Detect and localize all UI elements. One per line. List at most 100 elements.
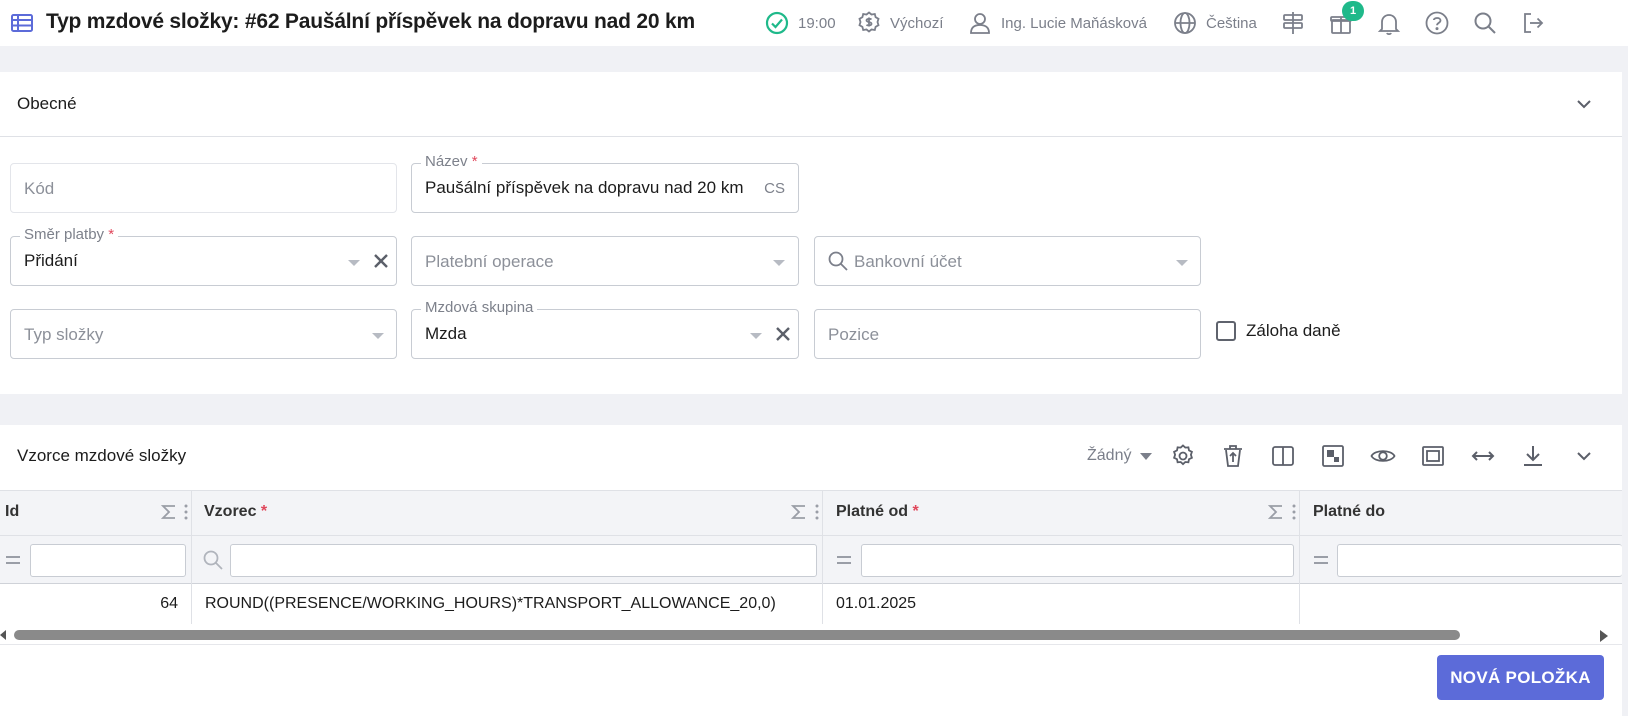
user-menu[interactable]: Ing. Lucie Maňásková — [967, 9, 1147, 37]
currency-profile-label: Výchozí — [890, 14, 944, 32]
signpost-icon — [1283, 12, 1303, 34]
column-header-valid-from[interactable]: Platné od * — [836, 503, 919, 521]
dropdown-caret-icon[interactable] — [372, 333, 384, 339]
new-item-button[interactable]: NOVÁ POLOŽKA — [1437, 655, 1604, 700]
component-type-select[interactable]: Typ složky — [10, 309, 397, 359]
user-name: Ing. Lucie Maňásková — [1001, 14, 1147, 32]
payment-direction-value: Přidání — [24, 251, 78, 270]
equals-filter-icon[interactable] — [5, 555, 21, 565]
dropdown-caret-icon[interactable] — [750, 333, 762, 339]
delete-upload-icon[interactable] — [1220, 443, 1246, 469]
check-circle-icon — [765, 11, 789, 35]
table-list-icon[interactable] — [10, 11, 34, 35]
tax-advance-option[interactable]: Záloha daně — [1216, 321, 1341, 341]
wage-group-select[interactable]: Mzdová skupina Mzda — [411, 299, 799, 359]
clear-icon[interactable] — [774, 325, 792, 343]
language-label: Čeština — [1206, 14, 1257, 32]
language-menu[interactable]: Čeština — [1172, 9, 1257, 37]
help-icon — [1425, 11, 1449, 35]
sigma-icon[interactable] — [1268, 503, 1284, 521]
column-menu-icon[interactable] — [815, 503, 819, 521]
cell-id: 64 — [160, 595, 178, 612]
payment-direction-select[interactable]: Směr platby * Přidání — [10, 226, 397, 286]
column-header-id[interactable]: Id — [5, 503, 19, 521]
notifications-button[interactable] — [1376, 9, 1402, 37]
payment-direction-label: Směr platby * — [20, 226, 119, 243]
grouping-select[interactable]: Žádný — [1087, 447, 1153, 465]
section-divider — [0, 136, 1622, 137]
fullscreen-icon[interactable] — [1420, 443, 1446, 469]
time-indicator[interactable]: 19:00 — [764, 9, 836, 37]
table-row[interactable]: 64 ROUND((PRESENCE/WORKING_HOURS)*TRANSP… — [0, 584, 1622, 624]
user-icon — [970, 13, 990, 34]
scrollbar-thumb[interactable] — [14, 630, 1460, 640]
column-menu-icon[interactable] — [184, 503, 188, 521]
scroll-right-arrow-icon[interactable] — [1600, 630, 1608, 642]
cell-formula: ROUND((PRESENCE/WORKING_HOURS)*TRANSPORT… — [205, 595, 776, 612]
help-button[interactable] — [1424, 9, 1450, 37]
valid-to-filter-input[interactable] — [1337, 544, 1622, 577]
columns-icon[interactable] — [1270, 443, 1296, 469]
id-filter-input[interactable] — [30, 544, 186, 577]
currency-profile-menu[interactable]: Výchozí — [856, 9, 943, 37]
notification-count-badge: 1 — [1342, 1, 1364, 21]
name-field[interactable]: Název * Paušální příspěvek na dopravu na… — [411, 153, 799, 213]
code-field[interactable]: Kód — [10, 163, 397, 213]
dropdown-caret-icon — [1140, 452, 1153, 460]
wage-group-value: Mzda — [425, 324, 467, 343]
dropdown-caret-icon[interactable] — [348, 260, 360, 266]
column-separator — [1299, 490, 1300, 624]
name-label: Název * — [421, 153, 482, 170]
equals-filter-icon[interactable] — [1313, 555, 1329, 565]
sigma-icon[interactable] — [791, 503, 807, 521]
page-title: Typ mzdové složky: #62 Paušální příspěve… — [46, 10, 695, 33]
grid-header-row: Id Vzorec * Platné od * Platné do — [0, 490, 1622, 536]
time-label: 19:00 — [798, 14, 836, 32]
code-placeholder: Kód — [24, 179, 55, 198]
equals-filter-icon[interactable] — [836, 555, 852, 565]
top-bar: Typ mzdové složky: #62 Paušální příspěve… — [0, 0, 1628, 46]
chevron-down-icon[interactable] — [1573, 445, 1595, 467]
bell-icon — [1377, 14, 1401, 36]
bank-account-placeholder: Bankovní účet — [854, 252, 962, 271]
globe-icon — [1174, 12, 1196, 34]
tax-advance-checkbox[interactable] — [1216, 321, 1236, 341]
column-menu-icon[interactable] — [1292, 503, 1296, 521]
horizontal-scrollbar[interactable] — [0, 626, 1622, 642]
language-suffix[interactable]: CS — [764, 180, 785, 197]
chevron-down-icon[interactable] — [1573, 93, 1595, 115]
expand-horizontal-icon[interactable] — [1470, 443, 1496, 469]
dropdown-caret-icon[interactable] — [773, 260, 785, 266]
column-header-formula[interactable]: Vzorec * — [204, 503, 267, 521]
download-icon[interactable] — [1520, 443, 1546, 469]
sigma-icon[interactable] — [161, 503, 177, 521]
bank-account-select[interactable]: Bankovní účet — [814, 236, 1201, 286]
logout-button[interactable] — [1520, 9, 1546, 37]
density-icon[interactable] — [1320, 443, 1346, 469]
payment-operation-select[interactable]: Platební operace — [411, 236, 799, 286]
valid-from-filter-input[interactable] — [861, 544, 1294, 577]
search-icon — [203, 550, 223, 570]
search-icon — [1474, 12, 1496, 34]
formulas-section: Vzorce mzdové složky Žádný Id Vzorec * P… — [0, 425, 1622, 716]
grid-filter-row — [0, 536, 1622, 584]
clear-icon[interactable] — [372, 252, 390, 270]
column-separator — [191, 490, 192, 624]
scroll-left-arrow-icon[interactable] — [0, 630, 6, 640]
column-header-valid-to[interactable]: Platné do — [1313, 503, 1385, 521]
position-field[interactable]: Pozice — [814, 309, 1201, 359]
name-value: Paušální příspěvek na dopravu nad 20 km — [425, 178, 744, 197]
eye-icon[interactable] — [1370, 443, 1396, 469]
logout-icon — [1524, 13, 1544, 33]
formula-filter-input[interactable] — [230, 544, 817, 577]
component-type-placeholder: Typ složky — [24, 325, 104, 344]
search-button[interactable] — [1472, 9, 1498, 37]
payment-operation-placeholder: Platební operace — [425, 252, 554, 271]
dollar-gear-icon — [858, 11, 880, 33]
signpost-button[interactable] — [1280, 9, 1306, 37]
section-title-general: Obecné — [17, 94, 77, 113]
settings-gear-icon[interactable] — [1170, 443, 1196, 469]
tax-advance-label: Záloha daně — [1246, 321, 1341, 340]
general-section: Obecné Kód Název * Paušální příspěvek na… — [0, 72, 1622, 394]
dropdown-caret-icon[interactable] — [1176, 260, 1188, 266]
